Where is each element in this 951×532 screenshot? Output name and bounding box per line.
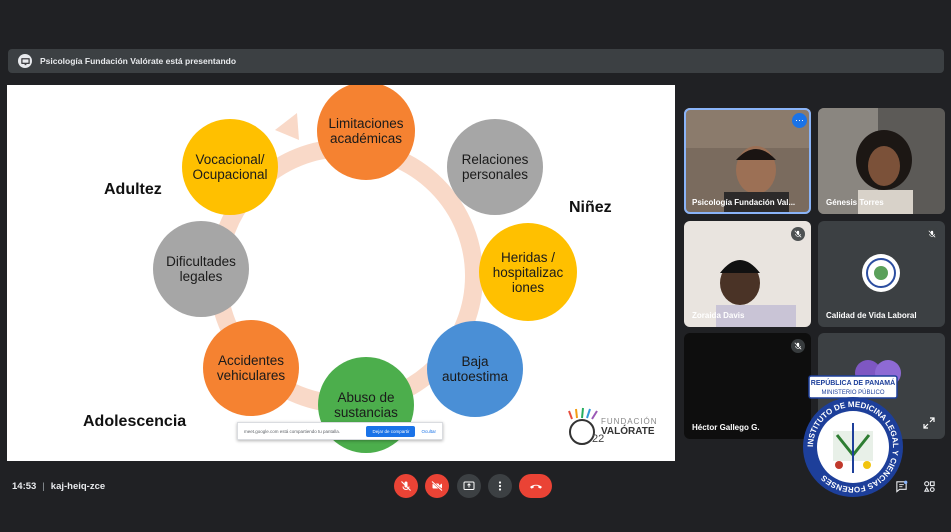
- participant-name: Calidad de Vida Laboral: [826, 311, 917, 320]
- participant-tile-psicologia[interactable]: ⋯ Psicología Fundación Val...: [684, 108, 811, 214]
- participant-tile-hector-gallego[interactable]: Héctor Gallego G.: [684, 333, 811, 439]
- fundacion-valorate-logo: FUNDACIÓN VALÓRATE 22: [567, 407, 667, 449]
- mic-toggle-button[interactable]: [394, 474, 418, 498]
- participant-name: Psicología Fundación Val...: [692, 198, 796, 207]
- circle-dificultades-legales: Dificultades legales: [153, 221, 249, 317]
- separator: |: [42, 481, 45, 492]
- participant-tile-calidad-de-vida[interactable]: Calidad de Vida Laboral: [818, 221, 945, 327]
- presenting-banner: Psicología Fundación Valórate está prese…: [8, 49, 944, 73]
- participant-name: Zoraida Davis: [692, 311, 745, 320]
- more-options-button[interactable]: [488, 474, 512, 498]
- more-vert-icon: [498, 481, 502, 491]
- shared-screen-slide: Adultez Niñez Adolescencia Limitaciones …: [7, 85, 675, 461]
- more-vert-icon[interactable]: ⋯: [792, 113, 807, 128]
- chat-icon: [895, 480, 907, 493]
- hang-up-icon: [529, 484, 542, 489]
- circle-vocacional-ocupacional: Vocacional/ Ocupacional: [182, 119, 278, 215]
- stage-label-adultez: Adultez: [104, 181, 162, 198]
- participant-name: Génesis Torres: [826, 198, 884, 207]
- stage-label-adolescencia: Adolescencia: [83, 413, 187, 430]
- activities-button[interactable]: [921, 478, 937, 494]
- stage-label-ninez: Niñez: [569, 199, 612, 216]
- present-screen-button[interactable]: [457, 474, 481, 498]
- share-notification-text: meet.google.com está compartiendo tu pan…: [244, 428, 341, 434]
- expand-icon[interactable]: [923, 417, 935, 429]
- participant-tile-genesis-torres[interactable]: Génesis Torres: [818, 108, 945, 214]
- circle-limitaciones-academicas: Limitaciones académicas: [317, 85, 415, 180]
- mic-off-icon: [791, 227, 805, 241]
- mic-off-icon: [791, 339, 805, 353]
- leave-call-button[interactable]: [519, 474, 552, 498]
- camera-toggle-button[interactable]: [425, 474, 449, 498]
- mic-off-icon: [925, 227, 939, 241]
- circle-relaciones-personales: Relaciones personales: [447, 119, 543, 215]
- meeting-code[interactable]: kaj-heiq-zce: [51, 481, 105, 492]
- circle-heridas: Heridas / hospitalizac iones: [479, 223, 577, 321]
- present-screen-icon: [463, 481, 475, 490]
- logo-line2: VALÓRATE: [601, 426, 655, 437]
- circle-baja-autoestima: Baja autoestima: [427, 321, 523, 417]
- participant-tile-zoraida-davis[interactable]: Zoraida Davis: [684, 221, 811, 327]
- participant-name: Héctor Gallego G.: [692, 423, 760, 432]
- circle-accidentes-vehiculares: Accidentes vehiculares: [203, 320, 299, 416]
- svg-text:MINISTERIO PÚBLICO: MINISTERIO PÚBLICO: [821, 389, 884, 396]
- instituto-medicina-legal-seal: REPÚBLICA DE PANAMÁ MINISTERIO PÚBLICO I…: [803, 375, 903, 497]
- chat-button[interactable]: [893, 478, 909, 494]
- presenting-text: Psicología Fundación Valórate está prese…: [40, 56, 237, 66]
- mic-off-icon: [401, 481, 411, 491]
- meet-window: Psicología Fundación Valórate está prese…: [0, 0, 951, 532]
- camera-off-icon: [431, 480, 443, 492]
- logo-line1: FUNDACIÓN: [601, 417, 658, 426]
- activities-icon: [923, 480, 935, 492]
- screen-share-notification: meet.google.com está compartiendo tu pan…: [237, 422, 443, 440]
- presentation-icon: [18, 54, 32, 68]
- clock-time: 14:53: [12, 481, 37, 492]
- logo-year: 22: [592, 433, 605, 445]
- meeting-info: 14:53 | kaj-heiq-zce: [12, 481, 105, 492]
- svg-text:REPÚBLICA DE PANAMÁ: REPÚBLICA DE PANAMÁ: [811, 378, 895, 387]
- stop-sharing-button[interactable]: Dejar de compartir: [366, 425, 416, 437]
- hide-notification-button[interactable]: Ocultar: [421, 429, 436, 434]
